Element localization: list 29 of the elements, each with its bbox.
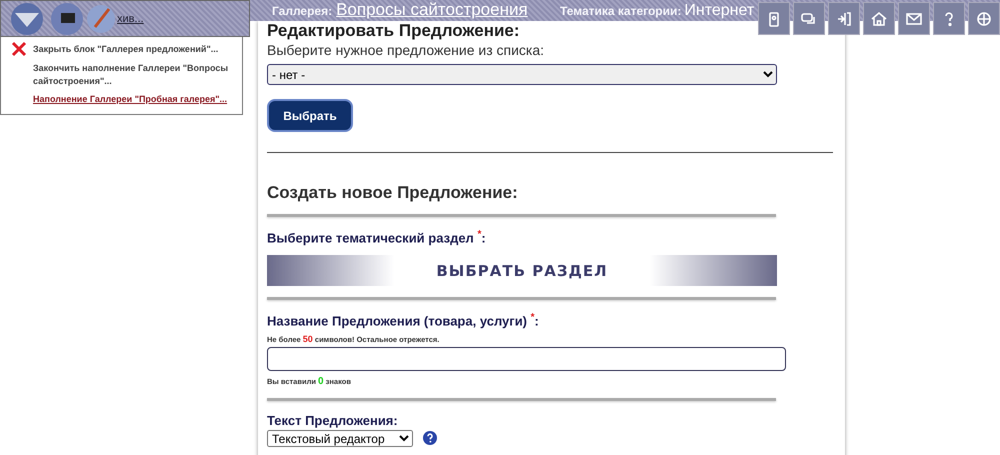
- help-button[interactable]: [933, 2, 965, 35]
- category-name: Интернет: [684, 2, 754, 20]
- name-input-field[interactable]: [267, 346, 786, 371]
- crosshair-circle-icon: [975, 10, 993, 28]
- section-label: Выберите тематический раздел $^{*}$:: [267, 229, 487, 246]
- close-block-link[interactable]: Закрыть блок "Галлерея предложений"...: [33, 42, 218, 56]
- name-label: Название Предложения (товара, услуги) $^{*}$:: [267, 312, 540, 329]
- door-arrow-icon: [835, 10, 853, 28]
- chat-button[interactable]: [793, 2, 825, 35]
- choose-section-button[interactable]: ВЫБРАТЬ РАЗДЕЛ: [267, 255, 777, 286]
- fill-gallery-link[interactable]: Наполнение Галлереи "Пробная галерея"...: [33, 93, 228, 106]
- choose-button[interactable]: Выбрать: [267, 99, 353, 132]
- close-icon: [11, 41, 27, 57]
- archive-link[interactable]: хив...: [117, 12, 144, 24]
- badge-button[interactable]: [758, 2, 790, 35]
- offer-select[interactable]: - нет -: [267, 64, 777, 85]
- text-label: Текст Предложения:: [267, 412, 399, 428]
- edit-title: Редактировать Предложение:: [267, 21, 521, 41]
- home-button[interactable]: [863, 2, 895, 35]
- help-icon[interactable]: [423, 431, 437, 446]
- exit-button[interactable]: [828, 2, 860, 35]
- category-label: Тематика категории:: [560, 4, 682, 18]
- editor-select[interactable]: Текстовый редактор: [267, 430, 413, 447]
- mail-button[interactable]: [898, 2, 930, 35]
- gallery-label: Галлерея:: [272, 4, 332, 18]
- home-icon: [870, 10, 888, 28]
- finish-fill-link[interactable]: Закончить наполнение Галлереи "Вопросы сайтостроения"...: [33, 62, 242, 88]
- select-prompt: Выберите нужное предложение из списка:: [267, 42, 546, 58]
- create-title: Создать новое Предложение:: [267, 183, 519, 203]
